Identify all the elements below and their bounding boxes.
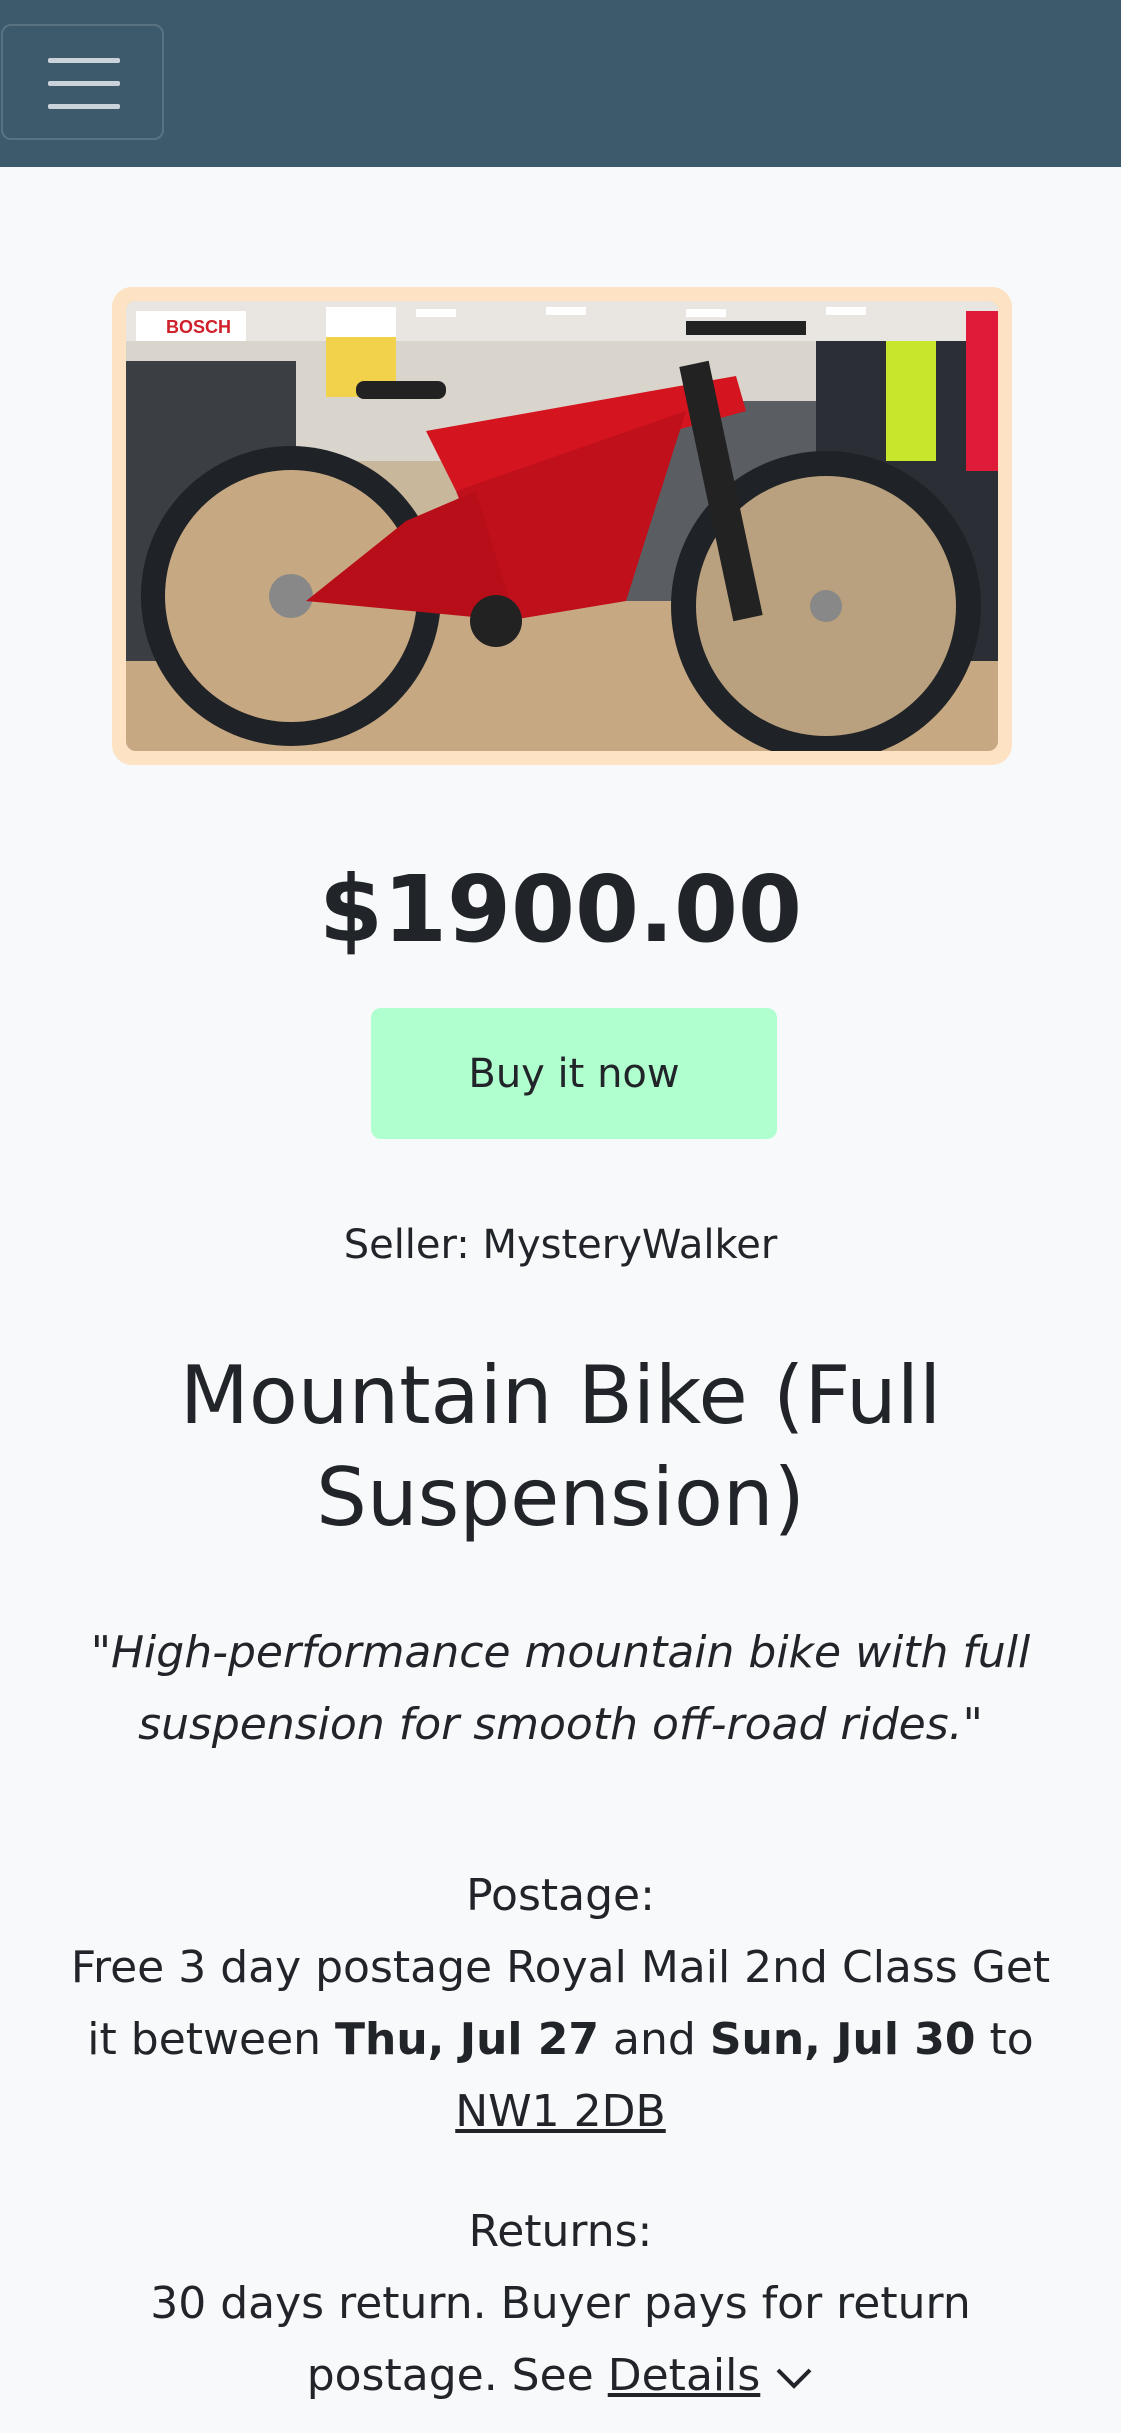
returns-heading: Returns:	[468, 2206, 653, 2257]
delivery-date-to: Sun, Jul 30	[709, 2014, 976, 2065]
navbar	[0, 0, 1121, 167]
returns-details: 30 days return. Buyer pays for return po…	[60, 2268, 1061, 2414]
postage-details: Free 3 day postage Royal Mail 2nd Class …	[70, 1942, 1051, 2137]
seller-label: Seller: MysteryWalker	[343, 1222, 778, 1268]
product-price: $1900.00	[318, 856, 803, 963]
delivery-date-from: Thu, Jul 27	[335, 2014, 600, 2065]
svg-text:BOSCH: BOSCH	[166, 317, 231, 337]
product-image: BOSCH	[112, 287, 1012, 765]
menu-toggle-button[interactable]	[1, 24, 164, 140]
product-description: "High-performance mountain bike with ful…	[90, 1627, 1031, 1750]
hamburger-menu-icon	[48, 58, 120, 63]
details-link[interactable]: Details	[608, 2350, 761, 2401]
chevron-down-icon[interactable]	[774, 2342, 814, 2414]
buy-now-button[interactable]: Buy it now	[371, 1008, 777, 1139]
postcode-link[interactable]: NW1 2DB	[455, 2086, 665, 2137]
product-title: Mountain Bike (Full Suspension)	[179, 1349, 942, 1544]
bike-photo: BOSCH	[126, 301, 998, 751]
postage-heading: Postage:	[466, 1870, 655, 1921]
